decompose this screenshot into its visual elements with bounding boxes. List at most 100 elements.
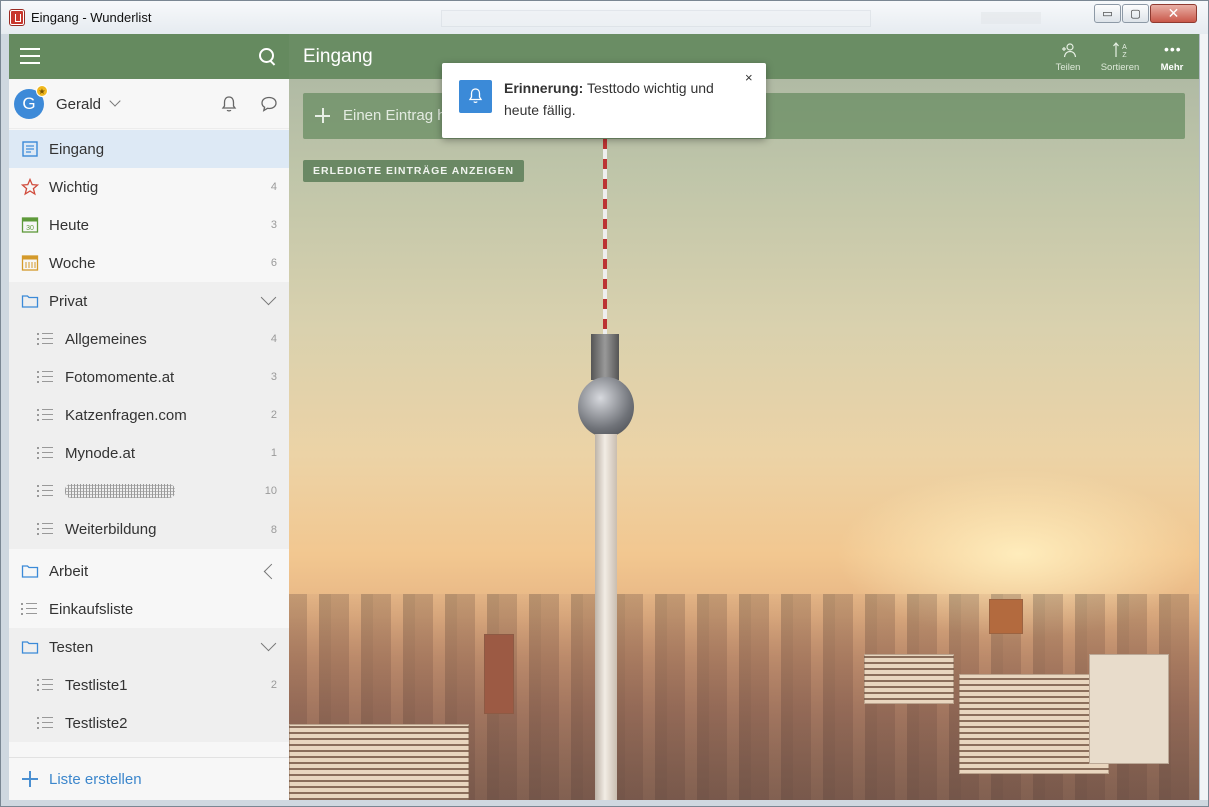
- item-count: 3: [270, 219, 277, 231]
- close-icon[interactable]: ×: [745, 70, 753, 85]
- more-button[interactable]: ••• Mehr: [1152, 40, 1192, 76]
- svg-text:30: 30: [26, 225, 34, 232]
- list-icon: [37, 679, 55, 697]
- user-name[interactable]: Gerald: [56, 96, 101, 113]
- list-navigation: Eingang Wichtig 4 30 Heute 3 Woche 6 Pri…: [9, 130, 289, 742]
- chevron-down-icon[interactable]: [109, 95, 121, 107]
- bell-icon: [459, 80, 492, 113]
- sidebar-item-katzenfragen[interactable]: Katzenfragen.com 2: [9, 396, 289, 434]
- sidebar-item-mynode[interactable]: Mynode.at 1: [9, 434, 289, 472]
- reminder-title: Erinnerung:: [504, 80, 584, 96]
- sort-icon: A Z: [1113, 42, 1127, 59]
- sidebar-item-heute[interactable]: 30 Heute 3: [9, 206, 289, 244]
- background-building: [959, 674, 1109, 774]
- create-list-button[interactable]: Liste erstellen: [9, 757, 289, 800]
- background-building: [864, 654, 954, 704]
- add-person-icon: [1062, 43, 1077, 58]
- tv-tower-upper: [591, 334, 619, 380]
- list-icon: [37, 447, 55, 465]
- sidebar: G ★ Gerald Eingang Wichtig 4 30 Heute 3 …: [9, 34, 289, 800]
- item-count: 3: [270, 371, 277, 383]
- list-icon: [37, 371, 55, 389]
- list-icon: [37, 717, 55, 735]
- folder-icon: [21, 295, 39, 308]
- sidebar-item-redacted[interactable]: 10: [9, 472, 289, 510]
- inbox-icon: [22, 141, 38, 157]
- minimize-button[interactable]: ▭: [1094, 4, 1121, 23]
- item-count: 2: [270, 409, 277, 421]
- conversations-icon[interactable]: [260, 95, 278, 113]
- sidebar-item-label: Privat: [49, 292, 88, 310]
- star-icon: [21, 178, 39, 196]
- sidebar-item-wichtig[interactable]: Wichtig 4: [9, 168, 289, 206]
- sidebar-item-woche[interactable]: Woche 6: [9, 244, 289, 282]
- sidebar-item-allgemeines[interactable]: Allgemeines 4: [9, 320, 289, 358]
- sidebar-folder-privat[interactable]: Privat: [9, 282, 289, 320]
- item-count: 1: [270, 447, 277, 459]
- sidebar-item-label: Allgemeines: [65, 330, 147, 348]
- sidebar-item-label: Heute: [49, 216, 90, 234]
- title-bar[interactable]: Eingang - Wunderlist ▭ ▢ ✕: [1, 1, 1208, 34]
- sidebar-item-label: Testen: [49, 638, 94, 656]
- sidebar-item-label: Testliste2: [65, 714, 128, 732]
- sidebar-item-weiterbildung[interactable]: Weiterbildung 8: [9, 510, 289, 549]
- sidebar-folder-testen[interactable]: Testen: [9, 628, 289, 666]
- more-dots-icon: •••: [1164, 41, 1182, 57]
- chevron-down-icon[interactable]: [260, 635, 277, 652]
- item-count: 2: [270, 679, 277, 691]
- background-window-blur: [981, 12, 1041, 24]
- svg-text:A: A: [1122, 44, 1127, 51]
- share-button[interactable]: Teilen: [1048, 40, 1088, 76]
- sidebar-item-eingang[interactable]: Eingang: [9, 130, 289, 168]
- search-icon[interactable]: [257, 46, 277, 66]
- sidebar-item-fotomomente[interactable]: Fotomomente.at 3: [9, 358, 289, 396]
- sidebar-item-einkaufsliste[interactable]: Einkaufsliste: [9, 590, 289, 628]
- item-count: 4: [270, 333, 277, 345]
- folder-icon: [21, 641, 39, 654]
- calendar-today-icon: 30: [21, 217, 39, 233]
- bell-icon[interactable]: [220, 95, 238, 113]
- item-count: 10: [264, 485, 277, 497]
- sidebar-item-testliste2[interactable]: Testliste2: [9, 704, 289, 742]
- list-icon: [37, 485, 55, 503]
- reminder-notification[interactable]: Erinnerung: Testtodo wichtig und heute f…: [442, 63, 766, 138]
- hamburger-menu-icon[interactable]: [20, 48, 40, 64]
- item-count: 8: [270, 523, 277, 536]
- wunderlist-app-icon: [10, 10, 24, 25]
- background-building: [989, 599, 1023, 634]
- plus-icon: [22, 771, 38, 787]
- sidebar-item-label: Wichtig: [49, 178, 99, 196]
- close-window-button[interactable]: ✕: [1150, 4, 1197, 23]
- user-row[interactable]: G ★ Gerald: [9, 79, 289, 129]
- list-icon: [37, 523, 55, 541]
- background-building: [289, 724, 469, 800]
- app-window: Eingang - Wunderlist ▭ ▢ ✕ G ★ Gerald Ei…: [0, 0, 1209, 807]
- page-title: Eingang: [303, 46, 373, 67]
- sort-button[interactable]: A Z Sortieren: [1100, 40, 1140, 76]
- tv-tower-shaft: [595, 434, 617, 800]
- background-building: [1089, 654, 1169, 764]
- chevron-down-icon[interactable]: [260, 289, 277, 306]
- svg-text:Z: Z: [1122, 52, 1127, 59]
- sidebar-folder-arbeit[interactable]: Arbeit: [9, 552, 289, 590]
- sidebar-item-label: Einkaufsliste: [49, 600, 134, 618]
- show-completed-button[interactable]: ERLEDIGTE EINTRÄGE ANZEIGEN: [303, 160, 525, 182]
- sidebar-item-testliste1[interactable]: Testliste1 2: [9, 666, 289, 704]
- item-count: 6: [270, 257, 277, 269]
- window-edge: [1199, 34, 1208, 800]
- sidebar-item-label: Fotomomente.at: [65, 368, 175, 386]
- main-panel: Eingang Teilen A Z Sortieren ••• Mehr Ei…: [289, 34, 1199, 800]
- chevron-left-icon[interactable]: [263, 563, 280, 580]
- sidebar-item-label: Mynode.at: [65, 444, 136, 462]
- tv-tower-antenna: [603, 139, 607, 339]
- calendar-week-icon: [21, 255, 39, 271]
- item-count: 4: [270, 181, 277, 193]
- background-window-blur: [441, 10, 871, 27]
- maximize-button[interactable]: ▢: [1122, 4, 1149, 23]
- more-label: Mehr: [1160, 62, 1184, 73]
- window-edge: [1, 800, 1208, 806]
- pro-badge-icon: ★: [36, 85, 48, 97]
- sidebar-item-label: Katzenfragen.com: [65, 406, 187, 424]
- window-title: Eingang - Wunderlist: [31, 10, 152, 25]
- sidebar-item-label: Testliste1: [65, 676, 128, 694]
